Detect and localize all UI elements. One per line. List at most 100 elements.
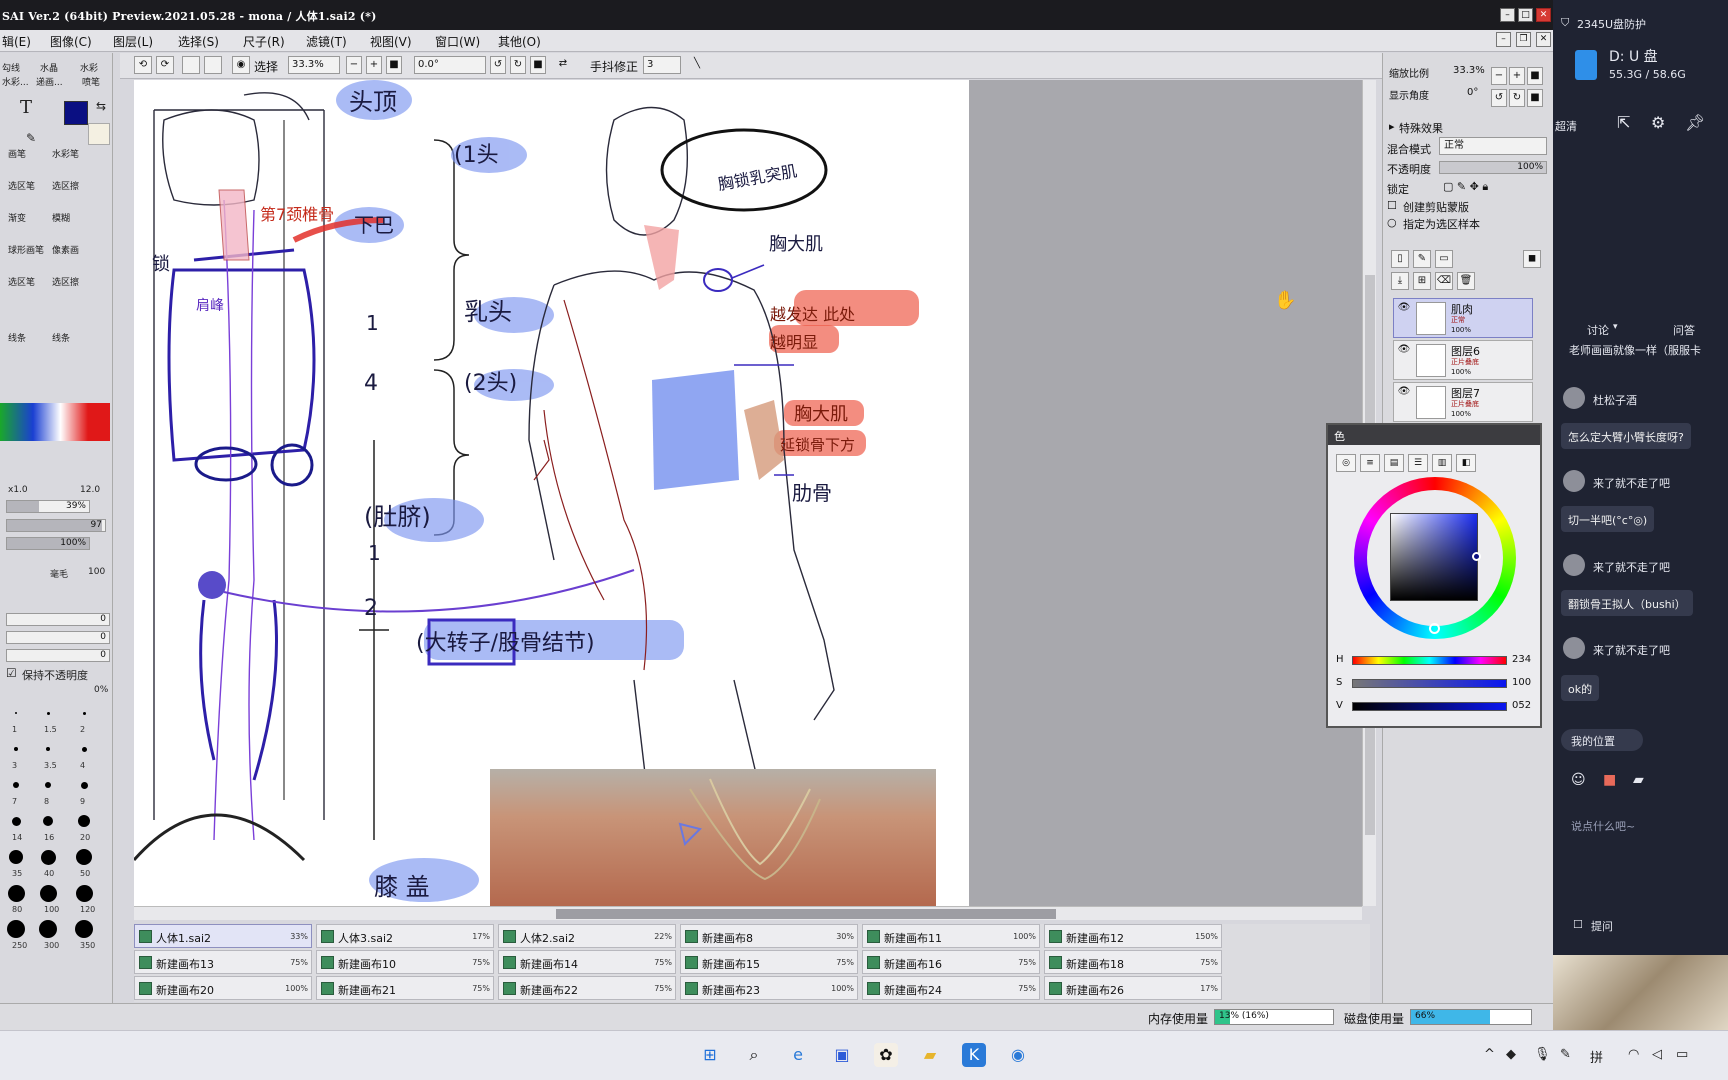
brush-name[interactable]: 线条	[8, 331, 26, 344]
brush-size-dot[interactable]	[9, 850, 23, 864]
brush-name[interactable]: 渐变	[8, 211, 26, 224]
nav-zoom-reset-button[interactable]: ■	[1527, 67, 1543, 85]
edge-icon[interactable]: e	[786, 1043, 810, 1067]
flip-icon[interactable]: ⇄	[554, 56, 572, 74]
location-button[interactable]: 我的位置	[1561, 729, 1643, 751]
emoji-icon[interactable]: ☺	[1571, 772, 1586, 788]
close-button[interactable]: ✕	[1536, 8, 1551, 22]
deselect-icon[interactable]	[182, 56, 200, 74]
mixer-tab[interactable]: ◧	[1456, 454, 1476, 472]
file-tab[interactable]: 人体3.sai2 17%	[316, 924, 494, 948]
brush-name[interactable]: 模糊	[52, 211, 70, 224]
sample-radio[interactable]: ○	[1387, 216, 1397, 229]
new-linework-icon[interactable]: ✎	[1413, 250, 1431, 268]
gift-icon[interactable]: ■	[1603, 772, 1616, 788]
brush-name[interactable]: 水彩笔	[52, 147, 79, 160]
brush-size-dot[interactable]	[78, 815, 90, 827]
pen-icon[interactable]: ✎	[1560, 1047, 1571, 1062]
menu-layer[interactable]: 图层(L)	[113, 33, 153, 50]
secondary-color-swatch[interactable]	[88, 123, 110, 145]
hue-row[interactable]: H 234	[1334, 652, 1538, 672]
rotation-select[interactable]: 0.0°	[414, 56, 486, 74]
color-wheel-tab[interactable]: ◎	[1336, 454, 1356, 472]
merge-down-icon[interactable]: ⤓	[1391, 272, 1409, 290]
hsv-slider-tab[interactable]: ▤	[1384, 454, 1404, 472]
file-tab[interactable]: 新建画布24 75%	[862, 976, 1040, 1000]
chevron-down-icon[interactable]: ▾	[1613, 322, 1618, 332]
brush-size-dot[interactable]	[46, 747, 50, 751]
chevron-up-icon[interactable]: ^	[1484, 1047, 1495, 1062]
file-tab[interactable]: 新建画布22 75%	[498, 976, 676, 1000]
stabilizer-select[interactable]: 3	[643, 56, 681, 74]
opacity-slider[interactable]: 100%	[6, 537, 90, 550]
ask-checkbox[interactable]: ☐	[1573, 918, 1583, 931]
layer-item-muscle[interactable]: 👁︎ 肌肉 正常 100%	[1393, 298, 1533, 338]
brush-name[interactable]: 选区擦	[52, 275, 79, 288]
chat-username[interactable]: 来了就不走了吧	[1593, 475, 1670, 491]
tab-qa[interactable]: 问答	[1673, 322, 1695, 338]
menu-other[interactable]: 其他(O)	[498, 33, 541, 50]
file-tab[interactable]: 新建画布11 100%	[862, 924, 1040, 948]
nav-zoom-out-button[interactable]: −	[1491, 67, 1507, 85]
canvas-paper[interactable]: 头顶 (1头 下巴 第7颈椎骨 锁 肩峰 乳头 (2头) 1 4 (肚脐) 1 …	[134, 80, 969, 906]
eye-icon[interactable]: ◉	[232, 56, 250, 74]
menu-image[interactable]: 图像(C)	[50, 33, 92, 50]
brush-size-dot[interactable]	[75, 920, 93, 938]
brush-size-dot[interactable]	[39, 884, 57, 902]
brush-size-dot[interactable]	[40, 849, 56, 865]
zoom-value[interactable]: 33.3%	[1453, 65, 1485, 76]
brush-size-dot[interactable]	[39, 920, 57, 938]
avatar[interactable]	[1563, 637, 1585, 659]
wifi-icon[interactable]: ◠	[1628, 1047, 1639, 1062]
file-tab[interactable]: 新建画布26 17%	[1044, 976, 1222, 1000]
mask-icon[interactable]: ◼	[1523, 250, 1541, 268]
tool-tab[interactable]: 勾线	[2, 61, 20, 74]
line-tool-icon[interactable]: ╲	[688, 56, 706, 74]
brush-size-dot[interactable]	[14, 747, 18, 751]
tab-discuss[interactable]: 讨论	[1587, 322, 1609, 338]
tool-tab[interactable]: 水彩...	[2, 75, 29, 88]
zoom-select[interactable]: 33.3%	[288, 56, 340, 74]
swap-colors-icon[interactable]: ⇆	[96, 99, 106, 113]
sv-square[interactable]	[1390, 513, 1478, 601]
param-field[interactable]: 0	[6, 613, 110, 626]
eyedropper-icon[interactable]: ✎	[26, 131, 36, 145]
tray-app-icon[interactable]: ◆	[1506, 1047, 1516, 1062]
value-row[interactable]: V 052	[1334, 698, 1538, 718]
eye-icon[interactable]: 👁︎	[1397, 302, 1411, 316]
new-folder-icon[interactable]: ▭	[1435, 250, 1453, 268]
zoom-reset-button[interactable]: ■	[386, 56, 402, 74]
app-icon[interactable]: ▣	[830, 1043, 854, 1067]
canvas-viewport[interactable]: 头顶 (1头 下巴 第7颈椎骨 锁 肩峰 乳头 (2头) 1 4 (肚脐) 1 …	[134, 80, 1372, 906]
tool-tab[interactable]: 水晶	[40, 61, 58, 74]
menu-select[interactable]: 选择(S)	[178, 33, 219, 50]
brush-size-dot[interactable]	[45, 782, 51, 788]
hardness-slider[interactable]: 97	[6, 519, 106, 532]
doc-minimize-button[interactable]: –	[1496, 32, 1511, 47]
file-tab[interactable]: 新建画布13 75%	[134, 950, 312, 974]
brush-name[interactable]: 选区笔	[8, 179, 35, 192]
battery-icon[interactable]: ▭	[1676, 1047, 1688, 1062]
text-tool-icon[interactable]: T	[20, 97, 32, 118]
brush-name[interactable]: 选区擦	[52, 179, 79, 192]
file-tab[interactable]: 新建画布8 30%	[680, 924, 858, 948]
color-strip[interactable]	[0, 403, 110, 441]
angle-value[interactable]: 0°	[1467, 87, 1478, 98]
file-tab[interactable]: 新建画布10 75%	[316, 950, 494, 974]
brush-name[interactable]: 画笔	[8, 147, 26, 160]
rotate-reset-button[interactable]: ■	[530, 56, 546, 74]
eye-icon[interactable]: 👁︎	[1397, 344, 1411, 358]
menu-window[interactable]: 窗口(W)	[435, 33, 480, 50]
zoom-in-button[interactable]: +	[366, 56, 382, 74]
k-app-icon[interactable]: K	[962, 1043, 986, 1067]
brush-size-dot[interactable]	[43, 816, 53, 826]
pin-icon[interactable]: 📌︎	[1685, 113, 1705, 132]
sai-icon[interactable]: ✿	[874, 1043, 898, 1067]
invert-selection-icon[interactable]	[204, 56, 222, 74]
brush-size-dot[interactable]	[7, 884, 25, 902]
doc-close-button[interactable]: ✕	[1536, 32, 1551, 47]
settings-icon[interactable]: ⚙	[1651, 113, 1665, 132]
brush-name[interactable]: 像素画	[52, 243, 79, 256]
chat-input[interactable]: 说点什么吧~	[1571, 818, 1635, 834]
saturation-row[interactable]: S 100	[1334, 675, 1538, 695]
